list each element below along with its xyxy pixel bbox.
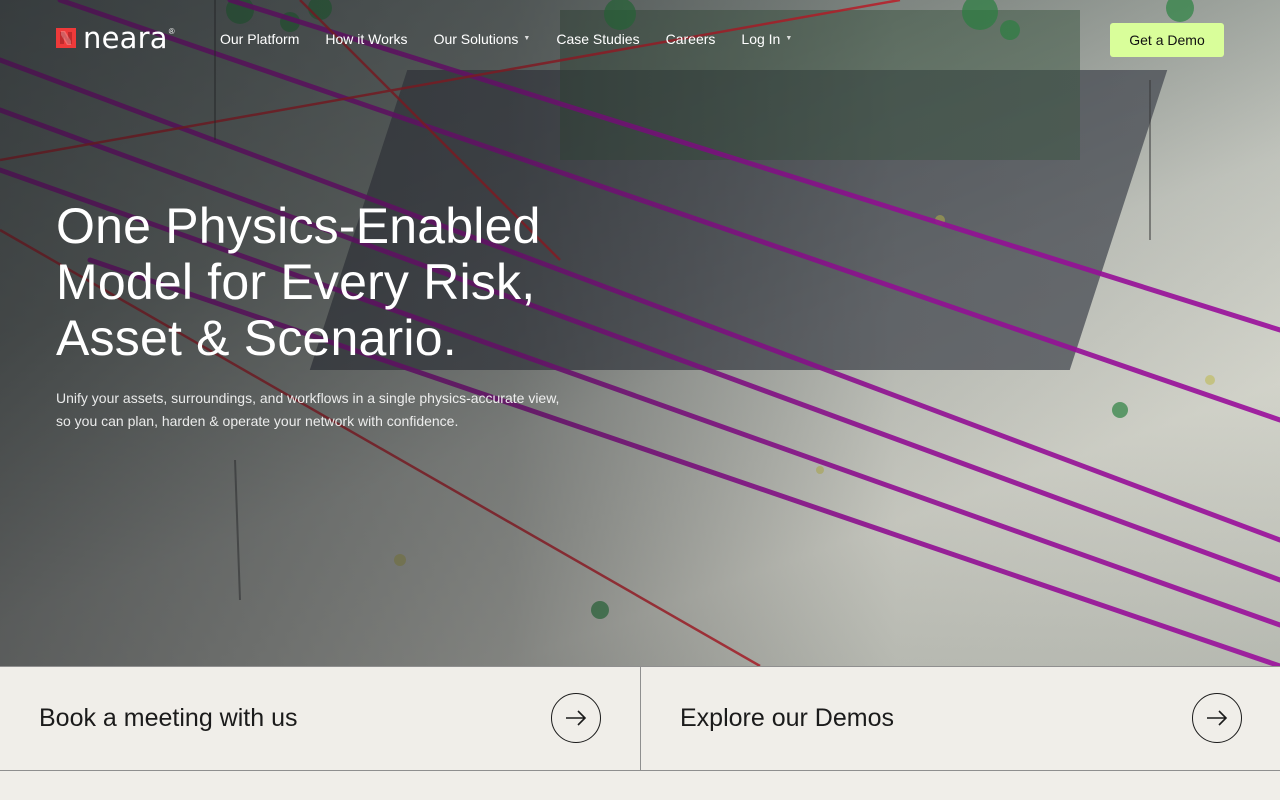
top-navigation: neara ® Our Platform How it Works Our So…: [0, 0, 1280, 78]
neara-logo-icon: [56, 28, 76, 48]
nav-how-it-works[interactable]: How it Works: [325, 30, 407, 48]
hero-headline: One Physics-Enabled Model for Every Risk…: [56, 198, 616, 366]
nav-item-label: Case Studies: [556, 31, 640, 47]
headline-line: Asset & Scenario.: [56, 310, 457, 366]
hero-subtext: Unify your assets, surroundings, and wor…: [56, 387, 616, 433]
nav-item-label: Our Solutions: [433, 31, 519, 47]
nav-log-in[interactable]: Log In ▼: [741, 30, 792, 48]
card-label: Explore our Demos: [680, 704, 894, 732]
headline-line: Model for Every Risk,: [56, 254, 536, 310]
nav-our-solutions[interactable]: Our Solutions ▼: [434, 30, 531, 48]
subtext-line: Unify your assets, surroundings, and wor…: [56, 390, 560, 406]
book-meeting-card[interactable]: Book a meeting with us: [0, 667, 640, 771]
nav-item-label: Our Platform: [220, 31, 300, 47]
subtext-line: so you can plan, harden & operate your n…: [56, 413, 459, 429]
chevron-down-icon: ▼: [785, 35, 793, 42]
brand-logo[interactable]: neara ®: [56, 21, 175, 55]
headline-line: One Physics-Enabled: [56, 198, 541, 254]
main-menu: Our Platform How it Works Our Solutions …: [220, 30, 818, 48]
explore-demos-card[interactable]: Explore our Demos: [640, 667, 1280, 771]
trademark-symbol: ®: [168, 26, 175, 36]
nav-item-label: Log In: [741, 31, 781, 47]
get-a-demo-button[interactable]: Get a Demo: [1110, 23, 1224, 57]
action-cards: Book a meeting with us Explore our Demos: [0, 666, 1280, 771]
arrow-right-icon[interactable]: [551, 693, 601, 743]
nav-case-studies[interactable]: Case Studies: [556, 30, 639, 48]
nav-our-platform[interactable]: Our Platform: [220, 30, 299, 48]
card-label: Book a meeting with us: [39, 704, 298, 732]
hero-section: neara ® Our Platform How it Works Our So…: [0, 0, 1280, 666]
chevron-down-icon: ▼: [523, 35, 531, 42]
arrow-right-icon[interactable]: [1192, 693, 1242, 743]
brand-name: neara: [83, 21, 168, 55]
nav-item-label: How it Works: [325, 31, 408, 47]
nav-item-label: Careers: [665, 31, 716, 47]
nav-careers[interactable]: Careers: [666, 30, 716, 48]
